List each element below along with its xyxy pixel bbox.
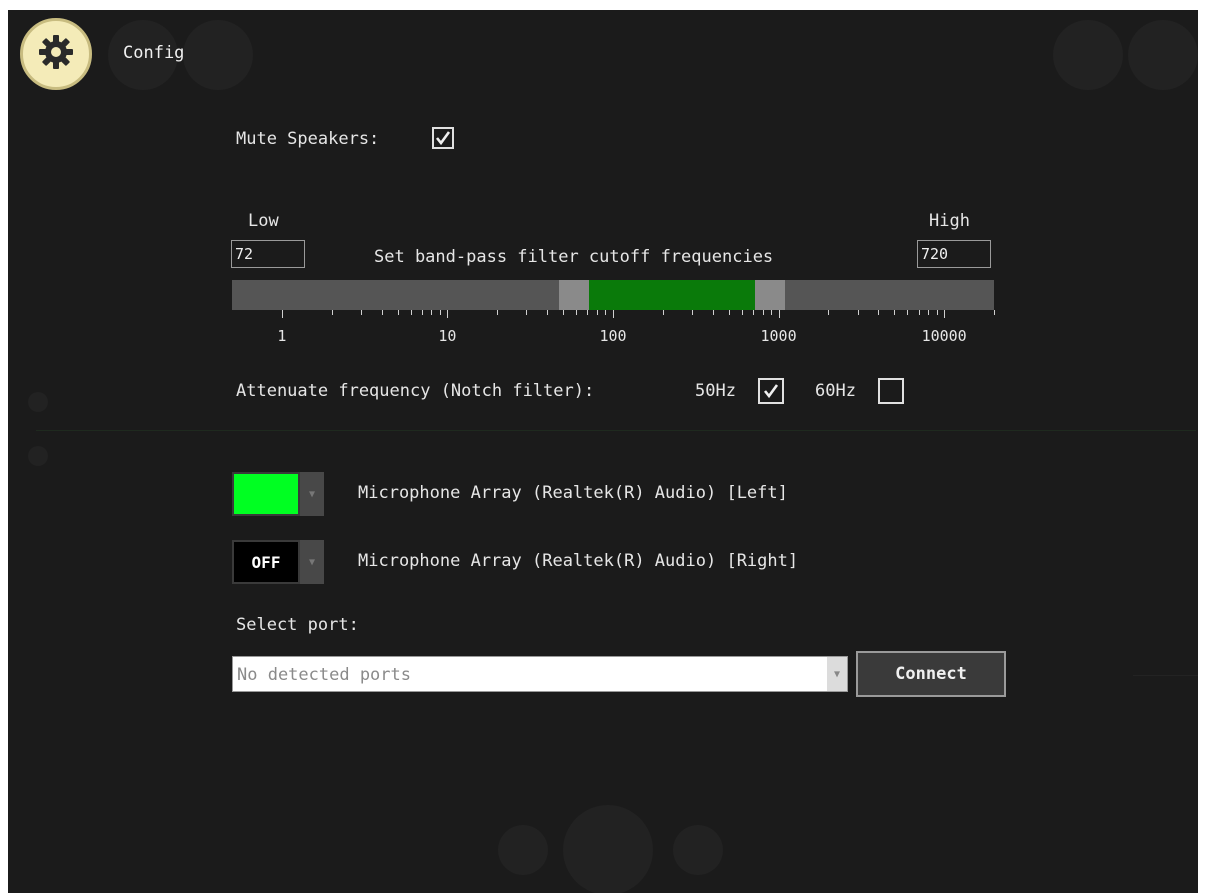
scale-tick: [662, 310, 664, 315]
scale-tick: [605, 310, 607, 315]
selected-range-fill: [589, 280, 755, 310]
chevron-down-icon: ▼: [300, 540, 324, 584]
background-control: [563, 805, 653, 893]
select-port-label: Select port:: [236, 615, 359, 635]
scale-tick: [936, 310, 938, 315]
scale-tick: [771, 310, 772, 315]
scale-tick: [360, 310, 362, 315]
scale-tick: [331, 310, 333, 315]
bandpass-caption: Set band-pass filter cutoff frequencies: [374, 247, 774, 267]
frequency-range-slider[interactable]: [232, 280, 994, 310]
scale-tick: [944, 310, 946, 318]
scale-label: 1000: [760, 327, 797, 345]
channel-color-select-left[interactable]: ▼: [232, 472, 324, 516]
scale-tick: [728, 310, 730, 315]
scale-tick: [752, 310, 754, 315]
channel-color-select-right[interactable]: OFF ▼: [232, 540, 324, 584]
notch-60hz-checkbox[interactable]: [878, 378, 904, 404]
checkmark-icon: [763, 384, 779, 399]
gear-icon: [36, 32, 76, 76]
mute-speakers-checkbox[interactable]: [432, 127, 454, 149]
scale-tick: [857, 310, 859, 315]
notch-filter-label: Attenuate frequency (Notch filter):: [236, 381, 595, 401]
high-label: High: [929, 211, 970, 231]
config-button[interactable]: [20, 18, 92, 90]
frequency-scale-ticks: [232, 310, 995, 318]
scale-tick: [613, 310, 614, 318]
scale-tick: [563, 310, 565, 315]
notch-50hz-label: 50Hz: [695, 381, 736, 401]
scale-tick: [497, 310, 499, 315]
scale-tick: [894, 310, 896, 315]
scale-tick: [431, 310, 433, 315]
page-title: Config: [123, 43, 185, 63]
scale-tick: [587, 310, 589, 315]
scale-tick: [878, 310, 880, 315]
channel-label-right: Microphone Array (Realtek(R) Audio) [Rig…: [358, 551, 799, 571]
background-control: [1053, 20, 1123, 90]
scale-tick: [692, 310, 693, 315]
high-cutoff-input[interactable]: [917, 240, 991, 268]
scale-tick: [281, 310, 283, 318]
port-select-value: No detected ports: [237, 665, 411, 685]
background-control: [28, 392, 48, 412]
checkmark-icon: [435, 131, 451, 146]
scale-tick: [778, 310, 780, 318]
scale-tick: [381, 310, 383, 315]
low-cutoff-handle[interactable]: [559, 280, 590, 310]
background-divider: [1133, 675, 1198, 676]
scale-tick: [928, 310, 930, 315]
scale-tick: [421, 310, 423, 315]
scale-tick: [741, 310, 743, 315]
scale-label: 10: [438, 327, 457, 345]
scale-tick: [410, 310, 412, 315]
background-control: [28, 446, 48, 466]
scale-tick: [526, 310, 528, 315]
scale-tick: [397, 310, 399, 315]
background-control: [673, 825, 723, 875]
scale-tick: [547, 310, 549, 315]
scale-label: 100: [599, 327, 627, 345]
background-control: [498, 825, 548, 875]
scale-label: 10000: [921, 327, 967, 345]
scale-label: 1: [277, 327, 287, 345]
connect-button[interactable]: Connect: [856, 651, 1006, 697]
channel-color-swatch: OFF: [234, 542, 298, 582]
scale-tick: [828, 310, 830, 315]
scale-tick: [447, 310, 449, 318]
background-waveform: [36, 430, 1196, 431]
chevron-down-icon: ▼: [300, 472, 324, 516]
high-cutoff-handle[interactable]: [754, 280, 785, 310]
scale-tick: [576, 310, 578, 315]
mute-speakers-label: Mute Speakers:: [236, 129, 380, 149]
background-control: [183, 20, 253, 90]
background-control: [1128, 20, 1198, 90]
scale-tick: [907, 310, 909, 315]
notch-60hz-label: 60Hz: [815, 381, 856, 401]
scale-tick: [762, 310, 764, 315]
notch-50hz-checkbox[interactable]: [758, 378, 784, 404]
port-select[interactable]: No detected ports ▼: [232, 656, 848, 692]
low-cutoff-input[interactable]: [231, 240, 305, 268]
channel-color-swatch: [234, 474, 298, 514]
scale-tick: [439, 310, 441, 315]
low-label: Low: [248, 211, 279, 231]
config-panel: Config Mute Speakers: Low High Set band-…: [8, 10, 1198, 893]
scale-tick: [596, 310, 598, 315]
scale-tick: [994, 310, 995, 315]
chevron-down-icon: ▼: [827, 657, 847, 691]
scale-tick: [918, 310, 920, 315]
channel-label-left: Microphone Array (Realtek(R) Audio) [Lef…: [358, 483, 788, 503]
scale-tick: [712, 310, 714, 315]
